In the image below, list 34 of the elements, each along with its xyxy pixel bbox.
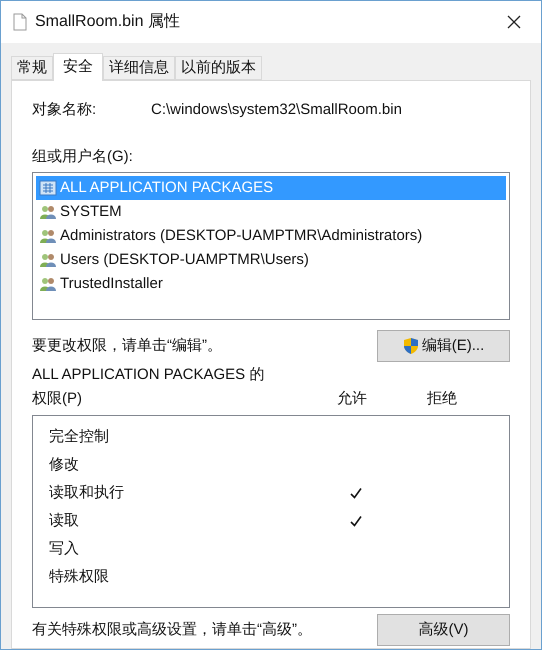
users-icon (39, 228, 57, 244)
users-icon (39, 204, 57, 220)
groups-label: 组或用户名(G): (32, 146, 134, 166)
group-item[interactable]: Administrators (DESKTOP-UAMPTMR\Administrators) (36, 224, 506, 248)
advanced-button[interactable]: 高级(V) (377, 614, 510, 646)
permission-name: 写入 (48, 538, 80, 559)
close-icon[interactable] (507, 15, 521, 29)
tab[interactable]: 安全 (53, 53, 103, 81)
deny-header: 拒绝 (427, 388, 457, 408)
allow-header: 允许 (337, 388, 368, 408)
permission-name: 修改 (48, 454, 80, 475)
permission-name: 特殊权限 (48, 566, 110, 587)
window-title: SmallRoom.bin 属性 (35, 12, 180, 32)
group-item[interactable]: SYSTEM (36, 200, 506, 224)
shield-icon (402, 337, 419, 355)
tab[interactable]: 以前的版本 (175, 56, 262, 80)
permission-name: 完全控制 (48, 426, 110, 447)
grid-icon (39, 180, 57, 196)
users-icon (39, 252, 57, 268)
object-name-value: C:\windows\system32\SmallRoom.bin (151, 100, 402, 120)
edit-button[interactable]: 编辑(E)... (377, 330, 510, 362)
group-item[interactable]: Users (DESKTOP-UAMPTMR\Users) (36, 248, 506, 272)
permission-name: 读取和执行 (48, 482, 125, 503)
permissions-title: ALL APPLICATION PACKAGES 的 (32, 365, 266, 385)
object-name-label: 对象名称: (32, 100, 98, 120)
edit-hint: 要更改权限，请单击“编辑”。 (32, 336, 222, 356)
group-item[interactable]: TrustedInstaller (36, 272, 506, 296)
document-icon (13, 13, 27, 31)
tab[interactable]: 常规 (11, 56, 53, 80)
tab[interactable]: 详细信息 (103, 56, 175, 80)
users-icon (39, 276, 57, 292)
advanced-hint: 有关特殊权限或高级设置，请单击“高级”。 (32, 620, 312, 640)
permissions-label: 权限(P) (32, 388, 83, 408)
permission-name: 读取 (48, 510, 80, 531)
